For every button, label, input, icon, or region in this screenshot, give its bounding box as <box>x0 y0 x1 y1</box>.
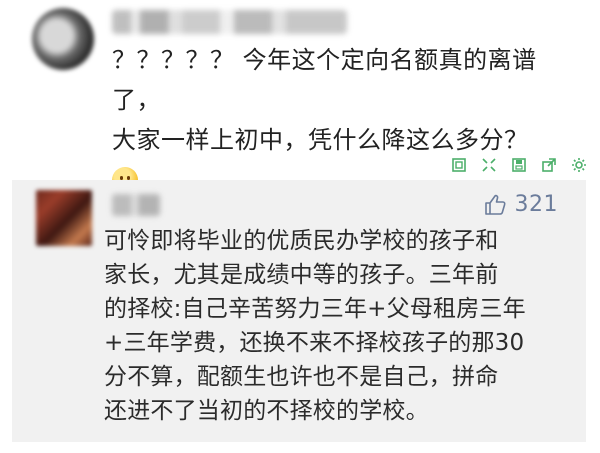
share-icon[interactable] <box>540 156 558 174</box>
toolbar <box>450 156 588 176</box>
reply-text: 可怜即将毕业的优质民办学校的孩子和 家长，尤其是成绩中等的孩子。三年前 的择校:… <box>104 224 574 428</box>
reply-line: 家长，尤其是成绩中等的孩子。三年前 <box>104 262 499 288</box>
reply-line: +三年学费，还换不来不择校孩子的那30 <box>104 330 525 356</box>
expand-icon[interactable] <box>480 156 498 174</box>
thumbs-up-icon <box>484 194 506 215</box>
reply-line: 的择校:自己辛苦努力三年+父母租房三年 <box>104 296 526 322</box>
reply-card: 321 可怜即将毕业的优质民办学校的孩子和 家长，尤其是成绩中等的孩子。三年前 … <box>12 180 586 442</box>
username-redacted <box>112 194 160 216</box>
avatar[interactable] <box>32 8 94 70</box>
avatar[interactable] <box>36 190 92 246</box>
like-count: 321 <box>514 192 558 217</box>
username-redacted <box>112 10 347 34</box>
reply-line: 可怜即将毕业的优质民办学校的孩子和 <box>104 228 499 254</box>
post-line: ？？？？？ 今年这个定向名额真的离谱了， <box>112 46 537 114</box>
reply-line: 分不算，配额生也许也不是自己，拼命 <box>104 364 499 390</box>
settings-icon[interactable] <box>570 156 588 174</box>
save-icon[interactable] <box>510 156 528 174</box>
frame-icon[interactable] <box>450 156 468 174</box>
reply-line: 还进不了当初的不择校的学校。 <box>104 398 429 424</box>
like-button[interactable]: 321 <box>483 192 559 217</box>
